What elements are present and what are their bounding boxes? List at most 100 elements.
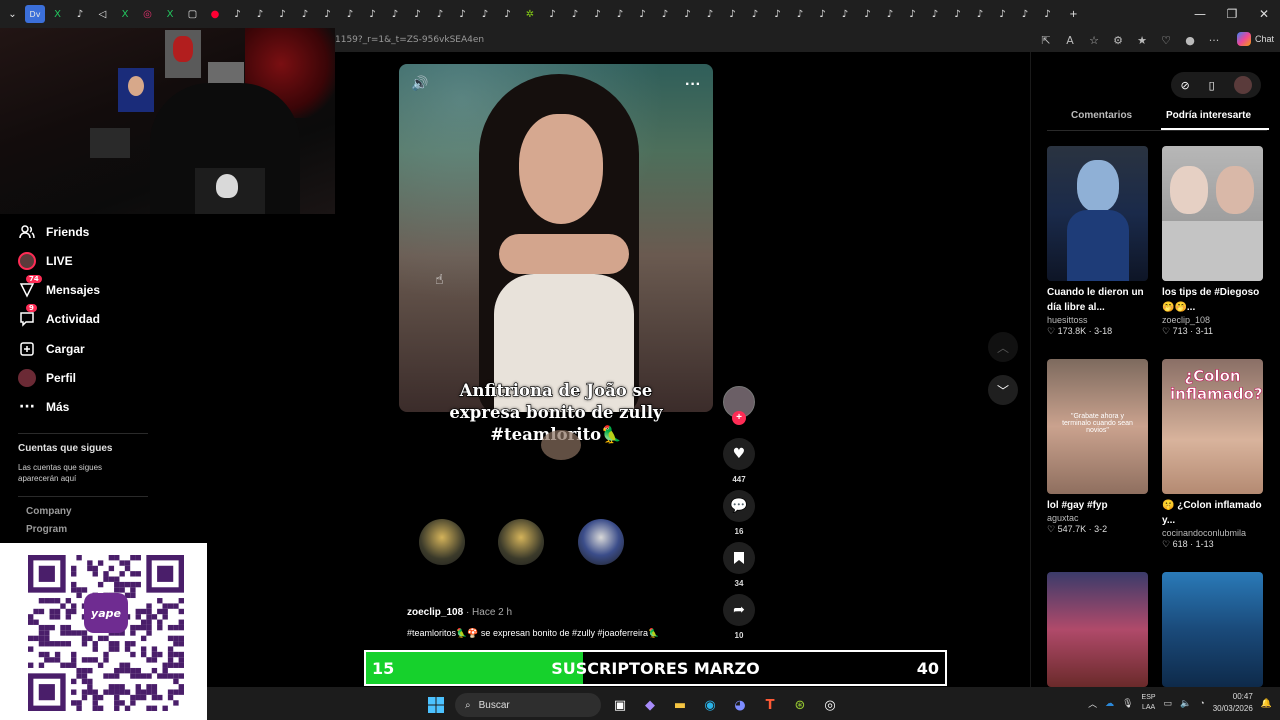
- save-button[interactable]: 34: [723, 542, 755, 588]
- recommended-video-card[interactable]: Cuando le dieron un día libre al... hues…: [1047, 146, 1148, 337]
- onedrive-icon[interactable]: ☁: [1105, 698, 1114, 709]
- sidebar-item-friends[interactable]: Friends: [18, 221, 89, 243]
- browser-tab[interactable]: ♪: [835, 5, 855, 23]
- browser-tab[interactable]: ♪: [340, 5, 360, 23]
- recommended-video-card[interactable]: los tips de #Diegoso 🤭🤭... zoeclip_108 ♡…: [1162, 146, 1263, 337]
- obs-icon[interactable]: ◎: [819, 694, 841, 716]
- sidebar-item-actividad[interactable]: 9 Actividad: [18, 304, 100, 330]
- browser-tab[interactable]: ♪: [498, 5, 518, 23]
- new-tab-icon[interactable]: +: [1064, 5, 1084, 23]
- footer-link-company[interactable]: Company: [26, 506, 72, 517]
- notification-icon[interactable]: 🔔: [1261, 698, 1272, 709]
- like-button[interactable]: ♥ 447: [723, 438, 755, 484]
- browser-tab[interactable]: ◎: [138, 5, 158, 23]
- video-more-icon[interactable]: ···: [685, 76, 701, 94]
- favorite-star-icon[interactable]: ☆: [1086, 32, 1102, 48]
- edge-browser-icon[interactable]: ◉: [699, 694, 721, 716]
- footer-link-program[interactable]: Program: [26, 524, 67, 535]
- recommended-video-card[interactable]: [1162, 572, 1263, 687]
- previous-video-button[interactable]: ︿: [988, 332, 1018, 362]
- browser-tab[interactable]: ♪: [925, 5, 945, 23]
- browser-tab[interactable]: ♪: [385, 5, 405, 23]
- browser-tab[interactable]: ♪: [610, 5, 630, 23]
- browser-tab[interactable]: ♪: [903, 5, 923, 23]
- minimize-icon[interactable]: —: [1184, 0, 1216, 28]
- volume-tray-icon[interactable]: 🔈: [1180, 698, 1191, 709]
- sidebar-item-mas[interactable]: ··· Más: [18, 396, 69, 418]
- translate-icon[interactable]: A: [1062, 32, 1078, 48]
- open-app-icon[interactable]: ⇱: [1038, 32, 1054, 48]
- browser-tab[interactable]: ♪: [543, 5, 563, 23]
- compass-icon[interactable]: ⊘: [1180, 79, 1189, 92]
- sidebar-item-cargar[interactable]: Cargar: [18, 338, 85, 360]
- browser-tab[interactable]: ♪: [655, 5, 675, 23]
- tab-podria-interesarte[interactable]: Podría interesarte: [1166, 110, 1251, 121]
- tf-app-icon[interactable]: T: [759, 694, 781, 716]
- restore-icon[interactable]: ❐: [1216, 0, 1248, 28]
- tray-chevron-icon[interactable]: ︿: [1088, 697, 1097, 710]
- recommended-video-card[interactable]: ¿Colon inflamado? 🤫 ¿Colon inflamado y..…: [1162, 359, 1263, 550]
- recommended-video-card[interactable]: [1047, 572, 1148, 687]
- browser-tab[interactable]: ♪: [273, 5, 293, 23]
- browser-tab[interactable]: ♪: [970, 5, 990, 23]
- browser-tab[interactable]: ●: [205, 5, 225, 23]
- browser-tab[interactable]: ♪: [565, 5, 585, 23]
- url-text[interactable]: 1159?_r=1&_t=ZS-956vkSEA4en: [335, 35, 484, 45]
- related-video-thumb[interactable]: [578, 519, 624, 565]
- language-indicator[interactable]: ESP LAA: [1142, 693, 1156, 713]
- task-view-icon[interactable]: ▣: [609, 694, 631, 716]
- browser-tab[interactable]: ▢: [183, 5, 203, 23]
- related-video-thumb[interactable]: [419, 519, 465, 565]
- profile-icon[interactable]: ●: [1182, 32, 1198, 48]
- browser-tab[interactable]: ♪: [295, 5, 315, 23]
- browser-tab[interactable]: X: [48, 5, 68, 23]
- browser-tab[interactable]: ♪: [633, 5, 653, 23]
- browser-tab[interactable]: ♪: [700, 5, 720, 23]
- browser-tab[interactable]: ♪: [768, 5, 788, 23]
- browser-tab[interactable]: ♪: [723, 5, 743, 23]
- follow-plus-icon[interactable]: +: [732, 411, 746, 425]
- windows-start-icon[interactable]: [425, 694, 447, 716]
- sidebar-item-perfil[interactable]: Perfil: [18, 367, 76, 389]
- sidebar-item-mensajes[interactable]: 74 Mensajes: [18, 275, 100, 301]
- next-video-button[interactable]: ﹀: [988, 375, 1018, 405]
- comment-button[interactable]: 💬 16: [723, 490, 755, 536]
- user-avatar[interactable]: [1233, 76, 1252, 94]
- browser-tab[interactable]: ♪: [318, 5, 338, 23]
- xbox-icon[interactable]: ⊛: [789, 694, 811, 716]
- network-icon[interactable]: ▭: [1164, 698, 1173, 709]
- discord-icon[interactable]: ◕: [729, 694, 751, 716]
- browser-tab[interactable]: ♪: [948, 5, 968, 23]
- author-name[interactable]: zoeclip_108: [407, 607, 463, 618]
- browser-tab[interactable]: ♪: [1015, 5, 1035, 23]
- favorites-icon[interactable]: ★: [1134, 32, 1150, 48]
- sidebar-item-live[interactable]: LIVE: [18, 250, 73, 272]
- taskbar-search[interactable]: ⌕ Buscar: [455, 693, 601, 717]
- tab-list-button[interactable]: ⌄: [3, 5, 23, 23]
- related-video-thumb[interactable]: [498, 519, 544, 565]
- browser-essentials-icon[interactable]: ♡: [1158, 32, 1174, 48]
- browser-tab[interactable]: ♪: [745, 5, 765, 23]
- browser-tab[interactable]: ♪: [813, 5, 833, 23]
- browser-tab[interactable]: ♪: [1038, 5, 1058, 23]
- browser-tab[interactable]: ♪: [678, 5, 698, 23]
- browser-tab[interactable]: Dv: [25, 5, 45, 23]
- browser-tab[interactable]: ◁: [93, 5, 113, 23]
- browser-tab[interactable]: ♪: [475, 5, 495, 23]
- browser-tab[interactable]: ♪: [993, 5, 1013, 23]
- browser-tab[interactable]: ♪: [588, 5, 608, 23]
- clock[interactable]: 00:47 30/03/2026: [1213, 691, 1253, 715]
- battery-icon[interactable]: ◔: [1199, 698, 1204, 708]
- browser-tab[interactable]: ♪: [430, 5, 450, 23]
- browser-tab[interactable]: ♪: [250, 5, 270, 23]
- copilot-chat-button[interactable]: Chat: [1236, 32, 1274, 46]
- browser-tab[interactable]: ♪: [453, 5, 473, 23]
- browser-tab[interactable]: X: [115, 5, 135, 23]
- browser-tab[interactable]: X: [160, 5, 180, 23]
- browser-tab[interactable]: ♪: [858, 5, 878, 23]
- file-explorer-icon[interactable]: ▬: [669, 694, 691, 716]
- volume-icon[interactable]: 🔊: [411, 76, 428, 92]
- browser-tab[interactable]: ♪: [70, 5, 90, 23]
- recommended-video-card[interactable]: "Grabate ahora y terminalo cuando sean n…: [1047, 359, 1148, 535]
- device-icon[interactable]: ▯: [1209, 79, 1215, 92]
